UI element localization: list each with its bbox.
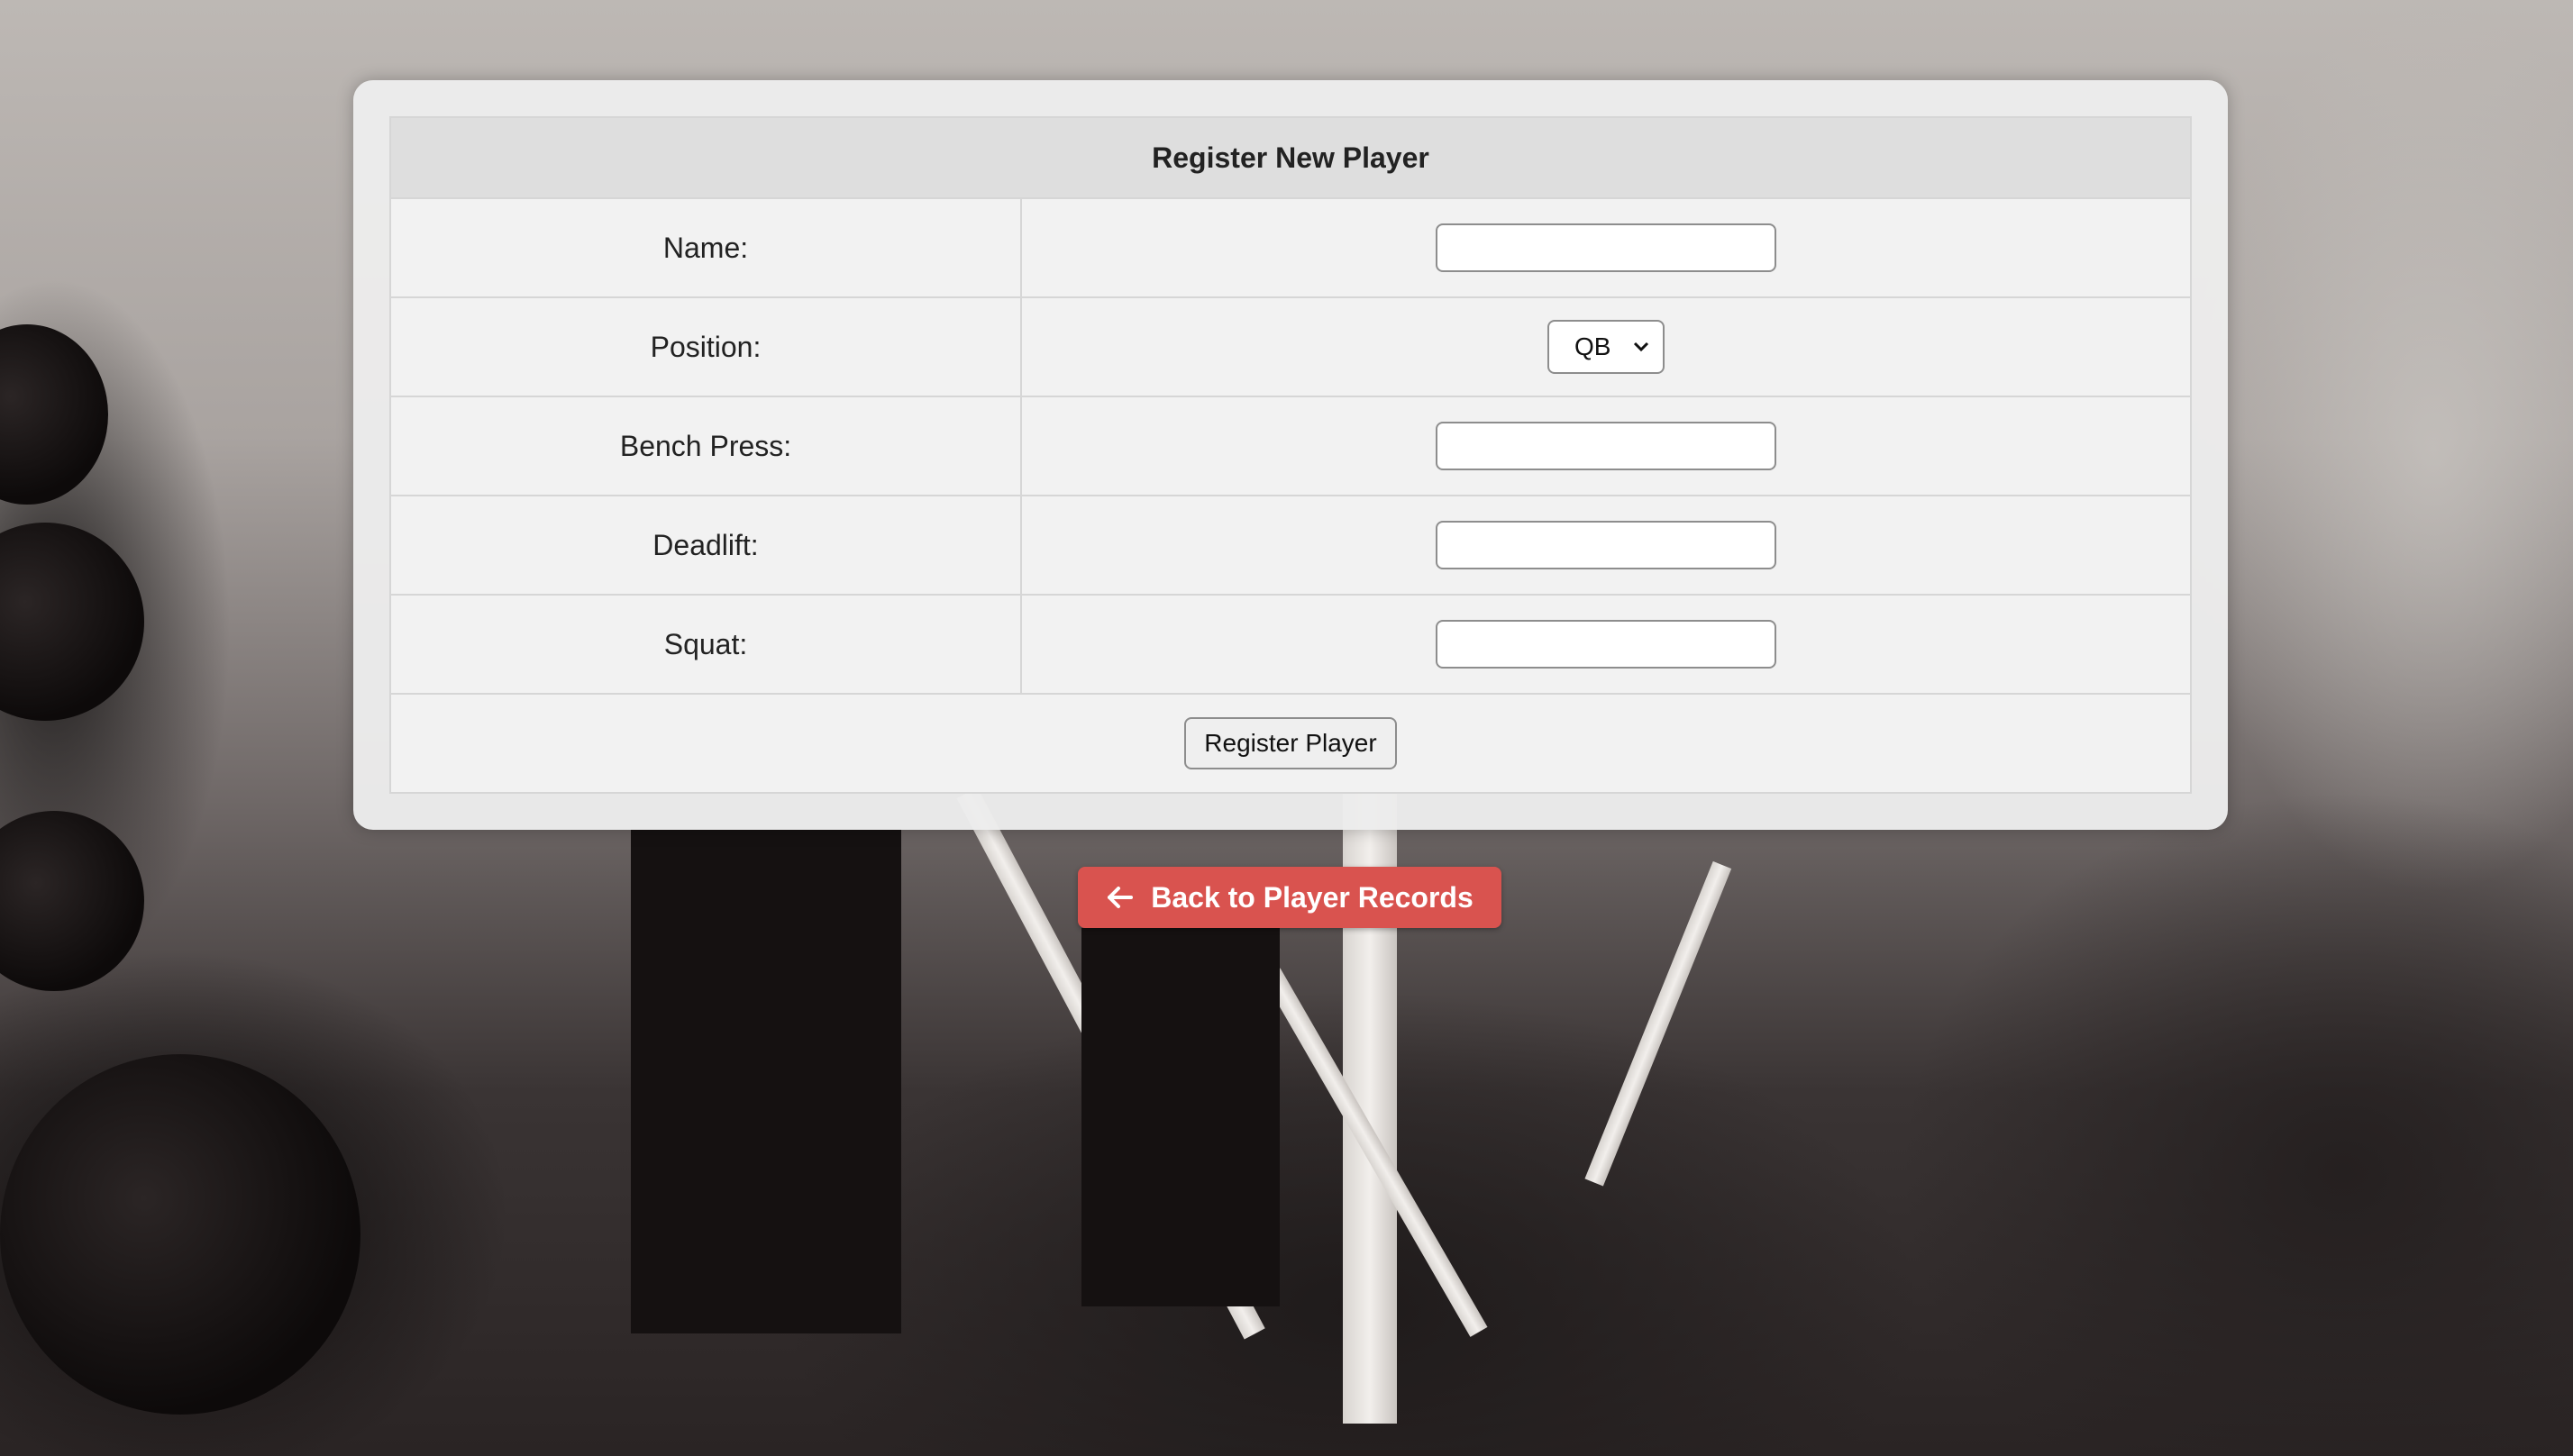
arrow-left-icon <box>1106 885 1135 910</box>
name-input[interactable] <box>1436 223 1776 272</box>
form-title: Register New Player <box>389 116 2192 199</box>
deadlift-input[interactable] <box>1436 521 1776 569</box>
position-label: Position: <box>389 296 1022 397</box>
deadlift-label: Deadlift: <box>389 495 1022 596</box>
register-form-table: Register New Player Name: Position: QB B… <box>389 116 2192 794</box>
register-card: Register New Player Name: Position: QB B… <box>353 80 2228 830</box>
register-player-button[interactable]: Register Player <box>1184 717 1397 769</box>
squat-label: Squat: <box>389 594 1022 695</box>
bench-press-input[interactable] <box>1436 422 1776 470</box>
chevron-down-icon <box>1633 341 1649 352</box>
squat-input[interactable] <box>1436 620 1776 669</box>
bench-press-label: Bench Press: <box>389 396 1022 496</box>
back-to-player-records-label: Back to Player Records <box>1151 880 1474 914</box>
position-selected-value: QB <box>1574 332 1611 360</box>
name-label: Name: <box>389 197 1022 298</box>
position-select[interactable]: QB <box>1547 320 1665 374</box>
back-to-player-records-button[interactable]: Back to Player Records <box>1078 867 1501 928</box>
